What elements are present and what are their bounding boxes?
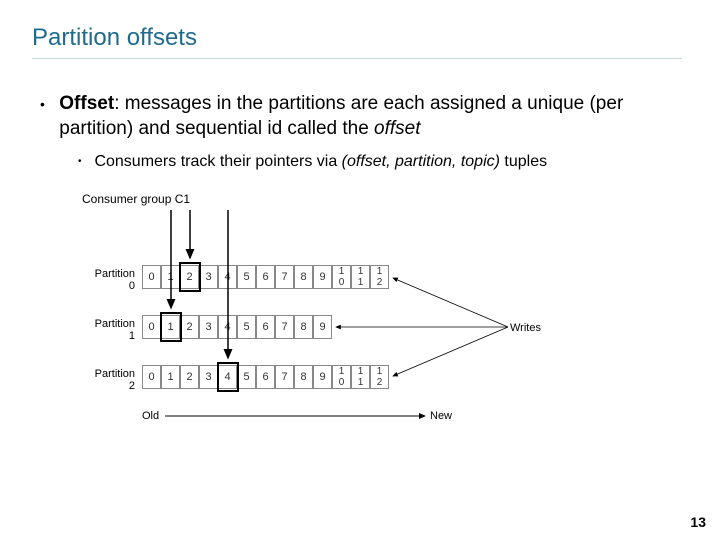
page-number: 13 (690, 514, 706, 530)
bullet-main-italic: offset (374, 118, 420, 139)
page-title: Partition offsets (32, 24, 197, 52)
bullet-main-rest: : messages in the partitions are each as… (59, 93, 623, 139)
bullet-sub-italic: (offset, partition, topic) (342, 153, 500, 170)
title-underline (32, 58, 682, 59)
bullet-sub-suffix: tuples (500, 153, 547, 170)
partition-diagram: Partition 0 0123456789101112 Partition 1… (80, 210, 640, 470)
bullet-dot: • (78, 152, 90, 172)
slide: Partition offsets • Offset: messages in … (0, 0, 720, 540)
consumer-group-label: Consumer group C1 (82, 192, 190, 206)
bullet-sub: • Consumers track their pointers via (of… (78, 152, 678, 173)
bullet-main-bold: Offset (59, 93, 114, 114)
partition-2-offset-highlight (217, 362, 239, 392)
partition-0-offset-highlight (179, 262, 201, 292)
bullet-main: • Offset: messages in the partitions are… (40, 92, 680, 141)
bullet-dot: • (40, 92, 54, 116)
partition-1-offset-highlight (160, 312, 182, 342)
bullet-sub-prefix: Consumers track their pointers via (94, 153, 341, 170)
